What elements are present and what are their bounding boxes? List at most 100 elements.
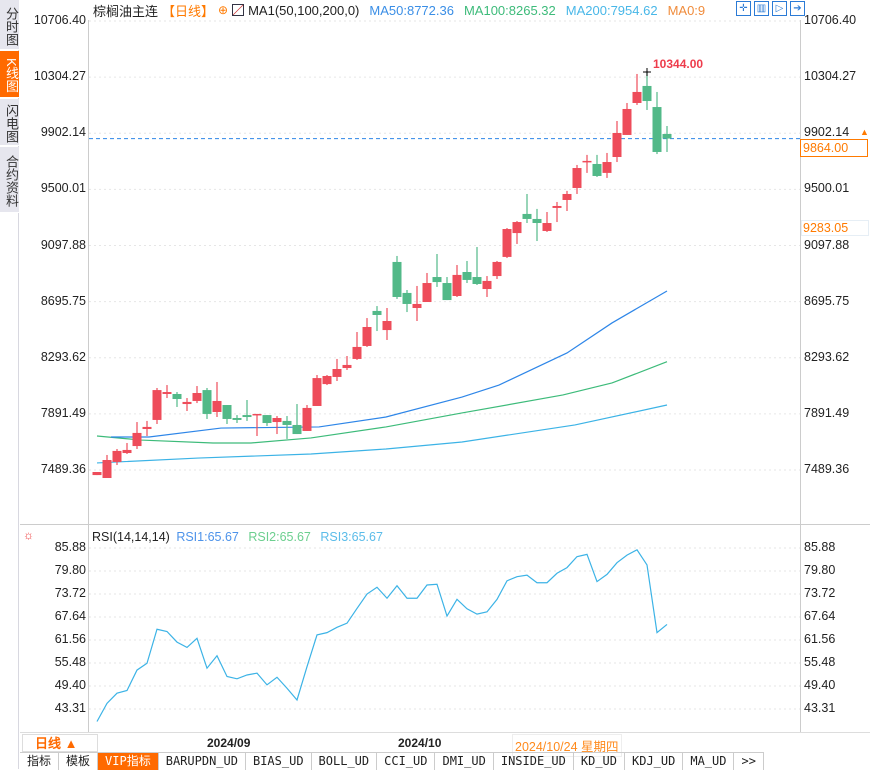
price-tick-right: 10706.40 (804, 13, 857, 27)
candle-body (472, 277, 482, 285)
candle-body (202, 390, 212, 414)
candle-body (452, 274, 462, 297)
candle-body (642, 85, 652, 102)
candle-body (602, 162, 612, 173)
rsi-tick-left: 55.48 (54, 654, 86, 669)
rsi-tick-right: 55.48 (804, 654, 836, 669)
candle-body (552, 205, 562, 208)
candle-body (512, 222, 522, 234)
price-tick-right: 8695.75 (804, 293, 850, 308)
candle-body (382, 320, 392, 331)
rsi3-value: RSI3:65.67 (320, 530, 383, 544)
candle-body (622, 108, 632, 135)
candle-body (612, 132, 622, 157)
up-arrow-icon: ▲ (860, 127, 869, 137)
rsi-tick-right: 85.88 (804, 540, 836, 554)
candle-body (122, 449, 132, 454)
candle-body (492, 261, 502, 277)
candle-body (652, 107, 662, 152)
rsi-tick-right: 73.72 (804, 585, 836, 600)
candle-body (312, 378, 322, 406)
rsi2-value: RSI2:65.67 (248, 530, 311, 544)
indicator-tab[interactable]: CCI_UD (377, 753, 436, 770)
rsi-tick-right: 49.40 (804, 677, 836, 692)
rsi1-value: RSI1:65.67 (176, 530, 239, 544)
high-marker-icon (643, 68, 651, 76)
indicator-tab[interactable]: MA_UD (683, 753, 735, 770)
candle-body (242, 415, 252, 418)
rsi-title: RSI(14,14,14) (92, 530, 170, 544)
indicator-tab[interactable]: DMI_UD (435, 753, 494, 770)
indicator-tab[interactable]: KD_UD (574, 753, 625, 770)
candle-body (192, 393, 202, 401)
price-tick-left: 7891.49 (40, 405, 86, 420)
candle-body (362, 326, 372, 346)
price-tick-left: 9902.14 (40, 125, 86, 140)
candle-body (522, 213, 532, 219)
indicator-tab[interactable]: VIP指标 (98, 753, 159, 770)
rsi-tick-left: 67.64 (54, 608, 86, 623)
last-price-badge: 9864.00 (800, 139, 868, 157)
candle-body (322, 375, 332, 385)
price-tick-right: 9097.88 (804, 237, 850, 252)
indicator-tabs: 指标 模板 VIP指标 BARUPDN_UD BIAS_UD BOLL_UD CCI_UD D… (20, 752, 764, 770)
rsi-tick-right: 43.31 (804, 701, 836, 715)
candle-body (132, 432, 142, 447)
marker-price: 9283.05 (801, 220, 869, 236)
candle-body (572, 168, 582, 188)
indicator-tab[interactable]: BOLL_UD (312, 753, 378, 770)
settings-sun-icon[interactable]: ☼ (23, 528, 34, 542)
rsi-tick-left: 79.80 (54, 562, 86, 577)
candle-body (432, 277, 442, 283)
candle-body (402, 292, 412, 304)
high-price-label: 10344.00 (653, 57, 704, 71)
candle-body (442, 283, 452, 301)
price-tick-left: 10706.40 (33, 13, 86, 27)
price-tick-right: 10304.27 (804, 69, 857, 84)
rsi-tick-right: 61.56 (804, 631, 836, 646)
candle-body (172, 393, 182, 400)
rsi-tick-left: 61.56 (54, 631, 86, 646)
rsi-legend: RSI(14,14,14) RSI1:65.67 RSI2:65.67 RSI3… (92, 530, 383, 544)
candle-body (532, 218, 542, 224)
price-tick-left: 8293.62 (40, 349, 86, 364)
ma200-line (96, 404, 668, 464)
price-tick-right: 8293.62 (804, 349, 850, 364)
ma50-line (111, 290, 668, 438)
indicator-tab[interactable]: INSIDE_UD (494, 753, 574, 770)
candle-body (282, 420, 292, 425)
price-tick-left: 9500.01 (40, 181, 86, 196)
indicator-tab[interactable]: 指标 (20, 753, 60, 770)
month-label-sep: 2024/09 (207, 736, 251, 750)
indicator-tab[interactable]: BIAS_UD (246, 753, 312, 770)
candle-body (632, 91, 642, 103)
candle-body (302, 407, 312, 431)
candle-body (112, 450, 122, 462)
candle-body (482, 280, 492, 290)
candle-body (352, 346, 362, 359)
candle-body (412, 303, 422, 309)
candle-body (152, 390, 162, 420)
indicator-tab[interactable]: BARUPDN_UD (159, 753, 246, 770)
rsi-tick-right: 79.80 (804, 562, 836, 577)
indicator-tab[interactable]: 模板 (59, 753, 99, 770)
candle-body (252, 413, 262, 416)
price-tick-right: 9902.14 (804, 125, 850, 140)
date-axis: 日线 ▲ 2024/09 2024/10 2024/10/24 星期四 (20, 732, 870, 757)
candle-body (342, 364, 352, 369)
price-tick-right: 9500.01 (804, 181, 850, 196)
candle-body (502, 229, 512, 257)
candle-body (142, 426, 152, 430)
indicator-tab[interactable]: >> (734, 753, 764, 770)
candle-body (372, 310, 382, 315)
indicator-tab[interactable]: KDJ_UD (625, 753, 684, 770)
rsi1-line (96, 549, 668, 722)
period-toggle-button[interactable]: 日线 ▲ (22, 734, 98, 752)
candle-body (262, 415, 272, 424)
candle-body (222, 405, 232, 419)
candle-body (332, 369, 342, 377)
price-tick-left: 10304.27 (33, 69, 86, 84)
kline-chart[interactable] (0, 0, 870, 769)
candle-body (542, 223, 552, 231)
candle-body (662, 133, 672, 139)
